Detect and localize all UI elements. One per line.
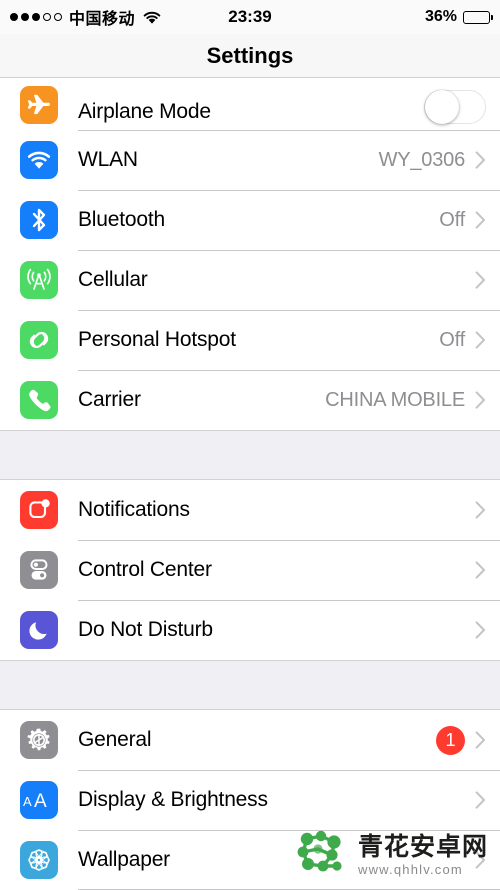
bluetooth-icon [20,201,58,239]
settings-row-label: General [78,728,152,751]
control-center-icon [20,551,58,589]
settings-row-label: Bluetooth [78,208,165,231]
settings-row-value: Off [439,208,465,231]
settings-row-label: Notifications [78,498,190,521]
settings-row-wallpaper[interactable]: Wallpaper [0,830,500,890]
settings-row-notifications[interactable]: Notifications [0,480,500,540]
settings-row-accessory [475,791,486,809]
chevron-right-icon [475,851,486,869]
chevron-right-icon [475,331,486,349]
group-separator [0,660,500,710]
aa-text-icon: AA [20,781,58,819]
settings-row-do-not-disturb[interactable]: Do Not Disturb [0,600,500,660]
settings-row-control-center[interactable]: Control Center [0,540,500,600]
chevron-right-icon [475,501,486,519]
settings-row-bluetooth[interactable]: Bluetooth Off [0,190,500,250]
status-bar-right: 36% [424,8,493,26]
status-badge: 1 [436,725,465,755]
settings-row-value: CHINA MOBILE [325,388,465,411]
gear-icon [20,721,58,759]
chevron-right-icon [475,151,486,169]
wallpaper-flower-icon [20,841,58,879]
settings-row-airplane-mode[interactable]: Airplane Mode [0,78,500,130]
settings-row-accessory: 1 [436,725,486,755]
settings-row-accessory [424,90,486,124]
settings-row-carrier[interactable]: Carrier CHINA MOBILE [0,370,500,430]
chevron-right-icon [475,211,486,229]
chevron-right-icon [475,731,486,749]
status-bar-left: 中国移动 [10,5,162,29]
settings-row-personal-hotspot[interactable]: Personal Hotspot Off [0,310,500,370]
settings-row-accessory [475,561,486,579]
settings-row-label: Do Not Disturb [78,618,213,641]
status-bar: 中国移动 23:39 36% [0,0,500,34]
settings-row-value: WY_0306 [378,148,466,171]
settings-row-accessory [475,621,486,639]
battery-percent-label: 36% [424,8,457,25]
signal-strength-icon [10,13,62,21]
navigation-bar: Settings [0,34,500,78]
page-title: Settings [206,42,294,68]
status-carrier-label: 中国移动 [69,11,136,28]
chevron-right-icon [475,791,486,809]
settings-group-alerts: Notifications Control Center Do Not Distur… [0,480,500,660]
svg-text:A: A [34,791,47,811]
settings-row-label: Personal Hotspot [78,328,236,351]
settings-row-accessory [475,501,486,519]
settings-group-connectivity: Airplane Mode WLAN WY_0306 Bluetooth Off Cell… [0,78,500,430]
wifi-icon [20,141,58,179]
svg-text:A: A [23,794,32,809]
settings-row-label: Control Center [78,558,212,581]
group-separator [0,430,500,480]
chevron-right-icon [475,271,486,289]
settings-row-accessory: WY_0306 [379,149,486,172]
notifications-icon [20,491,58,529]
settings-row-label: Carrier [78,388,141,411]
settings-row-label: Cellular [78,268,148,291]
moon-icon [20,611,58,649]
wifi-icon [142,10,162,25]
settings-row-display-brightness[interactable]: A A Display & Brightness [0,770,500,830]
settings-list: Airplane Mode WLAN WY_0306 Bluetooth Off Cell… [0,78,500,890]
settings-row-label: WLAN [78,148,138,171]
battery-icon [463,10,493,24]
settings-row-accessory [475,851,486,869]
settings-row-label: Airplane Mode [78,100,211,123]
settings-row-label: Wallpaper [78,848,170,871]
status-time-label: 23:39 [228,7,272,26]
airplane-icon [20,86,58,124]
settings-row-accessory [475,271,486,289]
chevron-right-icon [475,561,486,579]
settings-row-value: Off [439,328,465,351]
settings-row-general[interactable]: General 1 [0,710,500,770]
hotspot-link-icon [20,321,58,359]
settings-row-accessory: CHINA MOBILE [325,389,486,412]
settings-row-accessory: Off [439,329,486,352]
settings-row-cellular[interactable]: Cellular [0,250,500,310]
chevron-right-icon [475,621,486,639]
settings-row-wlan[interactable]: WLAN WY_0306 [0,130,500,190]
settings-group-system: General 1 A A Display & Brightness Wallpaper [0,710,500,890]
settings-row-label: Display & Brightness [78,788,268,811]
settings-row-accessory: Off [439,209,486,232]
cellular-antenna-icon [20,261,58,299]
chevron-right-icon [475,391,486,409]
toggle-switch[interactable] [424,90,486,124]
phone-icon [20,381,58,419]
